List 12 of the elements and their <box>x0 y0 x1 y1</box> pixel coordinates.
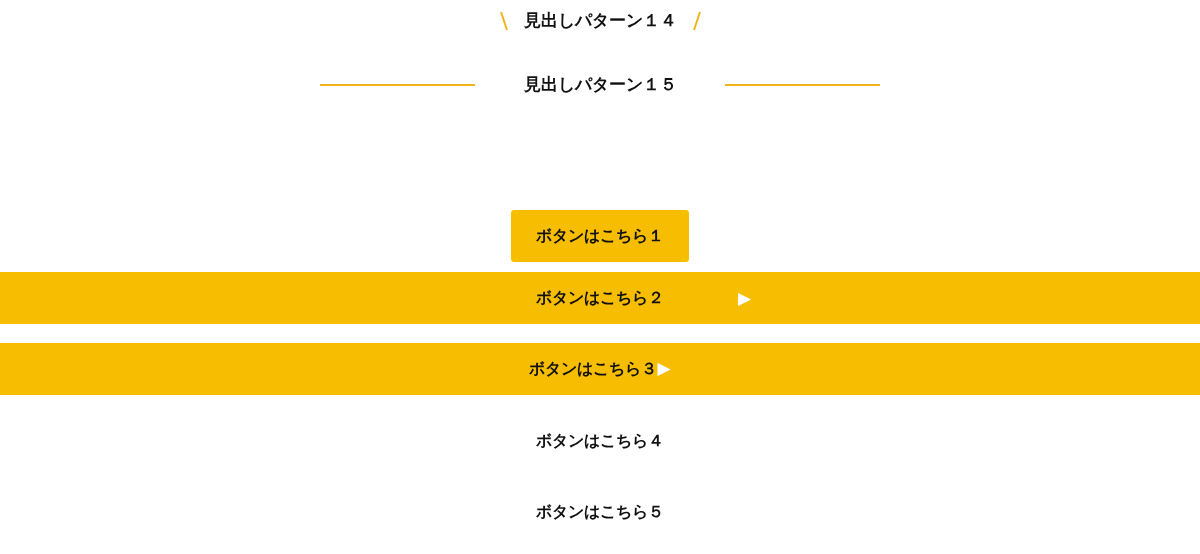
cta-bar-button[interactable]: ボタンはこちら３▶ <box>0 343 1200 395</box>
slash-icon <box>692 11 701 31</box>
cta-bar-button[interactable]: ボタンはこちら２ ▶ <box>0 272 1200 324</box>
arrow-glyph: ▶ <box>738 287 752 310</box>
arrow-glyph: ▶ <box>657 357 671 381</box>
heading-text: 見出しパターン１４ <box>523 9 677 33</box>
text-link-button[interactable]: ボタンはこちら５ <box>536 466 664 537</box>
button-label: ボタンはこちら３ <box>529 358 658 380</box>
heading-text: 見出しパターン１５ <box>522 73 678 97</box>
cta-button[interactable]: ボタンはこちら１ <box>511 210 689 262</box>
slash-icon <box>499 11 508 31</box>
text-link-button[interactable]: ボタンはこちら４ <box>536 395 664 466</box>
